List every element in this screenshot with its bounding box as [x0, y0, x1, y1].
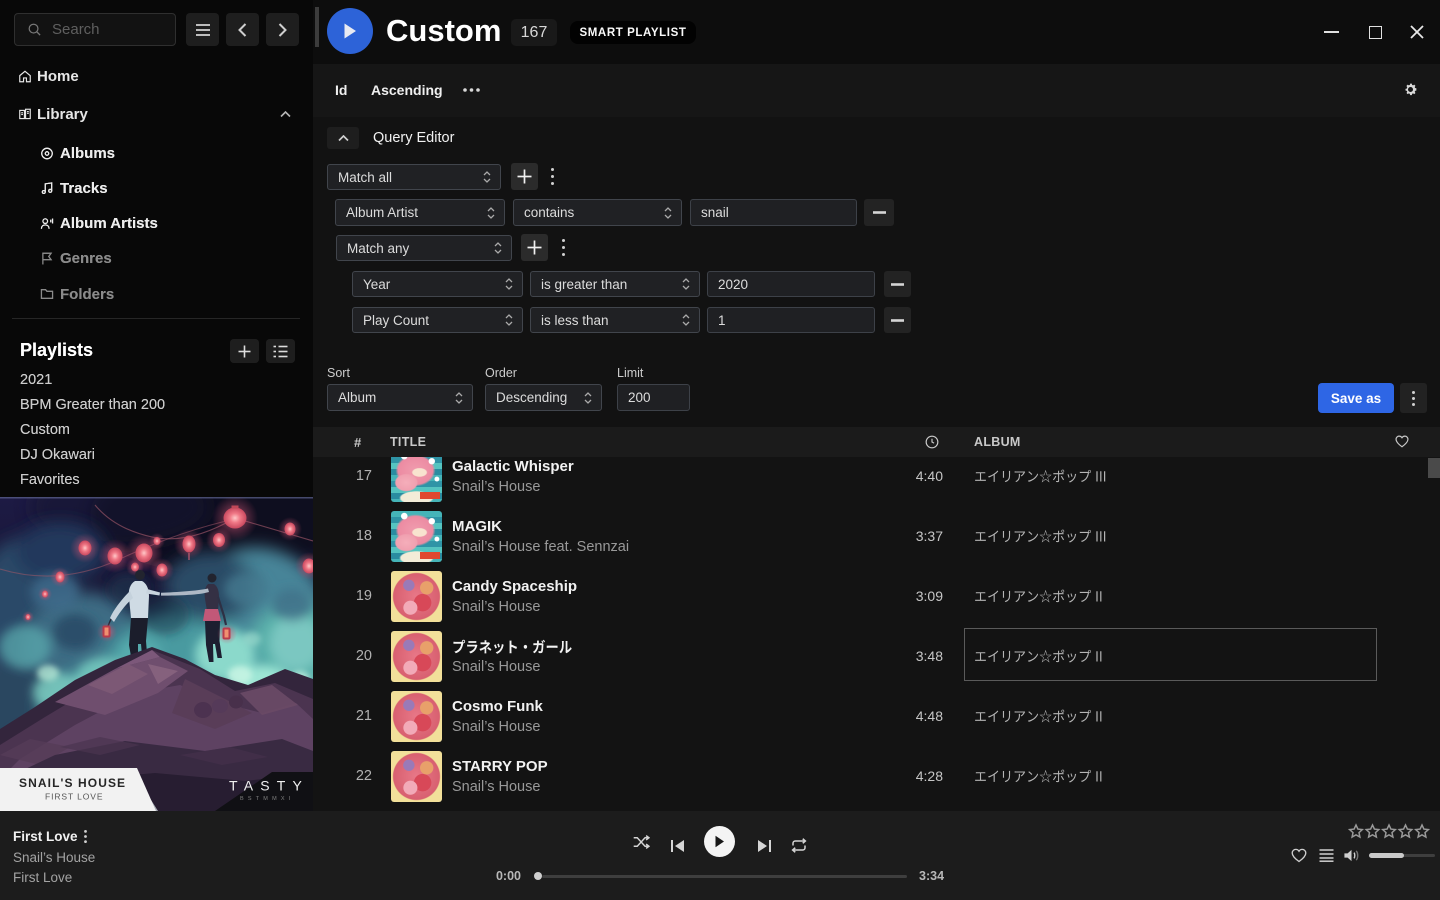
svg-text:FIRST LOVE: FIRST LOVE — [45, 792, 103, 802]
svg-text:TASTY: TASTY — [229, 778, 309, 794]
svg-text:BSTMMXI: BSTMMXI — [240, 796, 294, 802]
svg-text:SNAIL'S HOUSE: SNAIL'S HOUSE — [19, 776, 126, 790]
